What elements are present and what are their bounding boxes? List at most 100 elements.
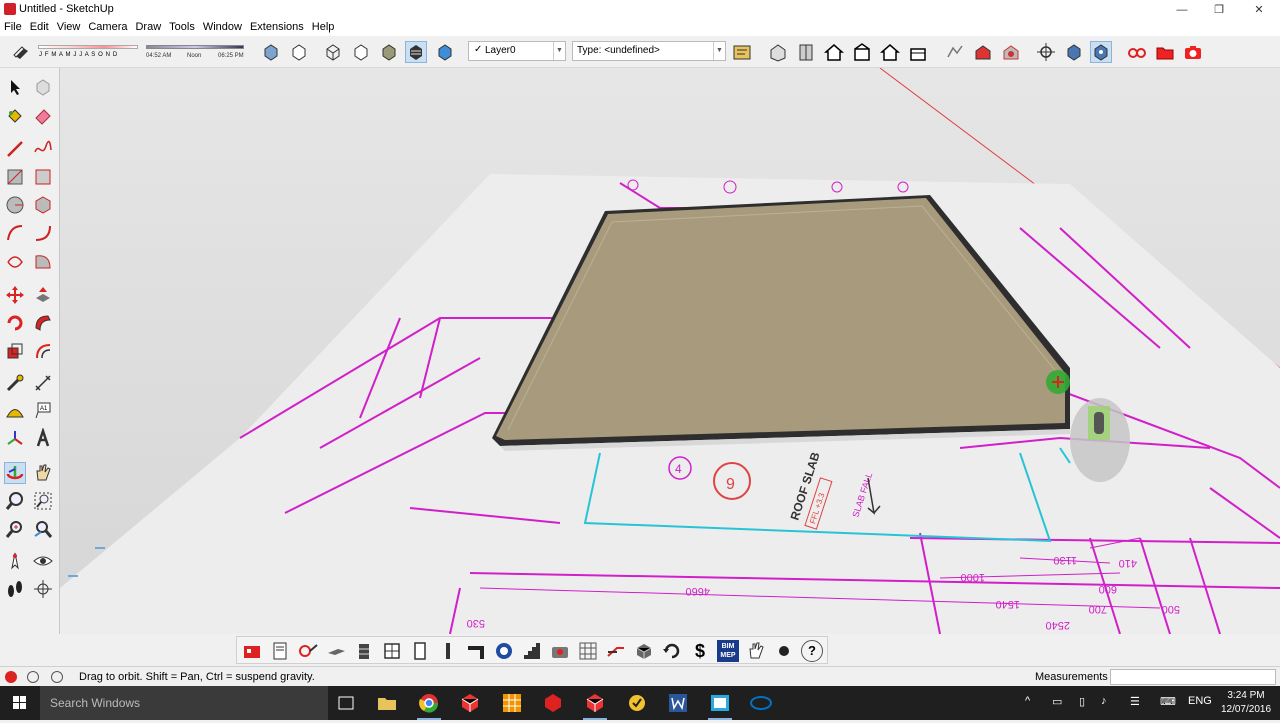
look-around-tool-icon[interactable] bbox=[32, 550, 54, 572]
zoom-tool-icon[interactable] bbox=[4, 490, 26, 512]
sphere-icon[interactable] bbox=[773, 640, 795, 662]
type-select[interactable]: Type: <undefined> ▼ bbox=[572, 41, 726, 61]
stair-tool-icon[interactable] bbox=[521, 640, 543, 662]
scene-canvas[interactable]: 9 4 ROOF SLAB FFL +3.3 SLAB FALL 4660 10… bbox=[60, 68, 1280, 634]
minimize-button[interactable]: — bbox=[1162, 0, 1202, 20]
dimension-tool-icon[interactable] bbox=[32, 372, 54, 394]
user-icon[interactable] bbox=[51, 671, 63, 683]
arc-tool-icon[interactable] bbox=[4, 222, 26, 244]
sync-icon[interactable] bbox=[661, 640, 683, 662]
tablet-icon[interactable]: ▭ bbox=[1052, 695, 1062, 708]
hand-tool-icon[interactable] bbox=[745, 640, 767, 662]
hidden-line-style-icon[interactable] bbox=[350, 41, 372, 63]
walk-icon[interactable] bbox=[1063, 41, 1085, 63]
warehouse-icon[interactable] bbox=[972, 41, 994, 63]
layout-app-icon[interactable] bbox=[541, 691, 565, 715]
column-tool-icon[interactable] bbox=[437, 640, 459, 662]
time-slider[interactable] bbox=[146, 45, 244, 49]
make-component-icon[interactable] bbox=[32, 76, 54, 98]
polygon-tool-icon[interactable] bbox=[32, 194, 54, 216]
extension-warehouse-icon[interactable] bbox=[1000, 41, 1022, 63]
previous-view-icon[interactable] bbox=[32, 518, 54, 540]
freehand-tool-icon[interactable] bbox=[32, 138, 54, 160]
chevron-down-icon[interactable]: ▼ bbox=[553, 42, 565, 60]
3d-text-icon[interactable] bbox=[32, 427, 54, 450]
pipe-tool-icon[interactable] bbox=[297, 640, 319, 662]
task-view-icon[interactable] bbox=[334, 691, 358, 715]
battery-icon[interactable]: ▯ bbox=[1079, 695, 1085, 708]
ifc-icon[interactable] bbox=[493, 640, 515, 662]
keyboard-icon[interactable]: ⌨ bbox=[1160, 695, 1176, 708]
action-center-icon[interactable]: ☰ bbox=[1130, 695, 1140, 708]
chevron-down-icon[interactable]: ▼ bbox=[713, 42, 725, 60]
door-tool-icon[interactable] bbox=[409, 640, 431, 662]
tape-measure-icon[interactable] bbox=[4, 372, 26, 394]
pan-tool-icon[interactable] bbox=[32, 462, 54, 484]
menu-draw[interactable]: Draw bbox=[131, 20, 165, 33]
slab-tool-icon[interactable] bbox=[325, 640, 347, 662]
menu-file[interactable]: File bbox=[0, 20, 26, 33]
zoom-extents-icon[interactable] bbox=[4, 518, 26, 540]
geo-location-icon[interactable] bbox=[5, 671, 17, 683]
menu-tools[interactable]: Tools bbox=[165, 20, 199, 33]
front-view-icon[interactable] bbox=[823, 41, 845, 63]
norton-icon[interactable] bbox=[625, 691, 649, 715]
close-button[interactable]: ✕ bbox=[1239, 0, 1279, 20]
back-view-icon[interactable] bbox=[879, 41, 901, 63]
measurements-input[interactable] bbox=[1110, 669, 1276, 685]
credits-icon[interactable] bbox=[27, 671, 39, 683]
windows-start-button[interactable] bbox=[0, 686, 40, 720]
offset-tool-icon[interactable] bbox=[32, 340, 54, 362]
monochrome-style-icon[interactable] bbox=[434, 41, 456, 63]
look-around-icon[interactable] bbox=[1090, 41, 1112, 63]
three-point-arc-icon[interactable] bbox=[4, 250, 26, 272]
month-slider[interactable] bbox=[38, 45, 138, 49]
menu-camera[interactable]: Camera bbox=[84, 20, 131, 33]
menu-help[interactable]: Help bbox=[308, 20, 339, 33]
orbit-tool-icon[interactable] bbox=[4, 462, 26, 484]
shaded-style-icon[interactable] bbox=[378, 41, 400, 63]
word-icon[interactable] bbox=[666, 691, 690, 715]
sandbox-smoove-icon[interactable] bbox=[944, 41, 966, 63]
position-camera-tool-icon[interactable] bbox=[4, 550, 26, 572]
building-icon[interactable] bbox=[241, 640, 263, 662]
two-point-arc-icon[interactable] bbox=[32, 222, 54, 244]
text-tool-icon[interactable]: A1 bbox=[32, 400, 54, 422]
follow-me-tool-icon[interactable] bbox=[32, 312, 54, 334]
render-camera-icon[interactable] bbox=[549, 640, 571, 662]
circle-tool-icon[interactable] bbox=[4, 194, 26, 216]
taskbar-search[interactable]: Search Windows bbox=[40, 686, 328, 720]
input-language[interactable]: ENG bbox=[1188, 695, 1212, 707]
shadow-settings-widget[interactable]: J F M A M J J A S O N D 04:52 AM Noon 06… bbox=[38, 42, 246, 64]
window-tool-icon[interactable] bbox=[381, 640, 403, 662]
mep-tool-icon[interactable] bbox=[605, 640, 627, 662]
document-icon[interactable] bbox=[269, 640, 291, 662]
drawing-viewport[interactable]: 9 4 ROOF SLAB FFL +3.3 SLAB FALL 4660 10… bbox=[60, 68, 1280, 634]
menu-edit[interactable]: Edit bbox=[26, 20, 53, 33]
section-plane-icon[interactable] bbox=[32, 578, 54, 600]
rotate-tool-icon[interactable] bbox=[4, 312, 26, 334]
restore-button[interactable]: ❐ bbox=[1199, 0, 1239, 20]
rectangle-tool-icon[interactable] bbox=[4, 166, 26, 188]
open-folder-icon[interactable] bbox=[1154, 41, 1176, 63]
camera-icon[interactable] bbox=[1182, 41, 1204, 63]
wireframe-style-icon[interactable] bbox=[322, 41, 344, 63]
move-tool-icon[interactable] bbox=[4, 284, 26, 306]
apps-grid-icon[interactable] bbox=[500, 691, 524, 715]
layers-manager-icon[interactable] bbox=[731, 41, 753, 63]
top-view-icon[interactable] bbox=[795, 41, 817, 63]
cost-estimate-button[interactable]: $ bbox=[689, 640, 711, 662]
scale-tool-icon[interactable] bbox=[4, 340, 26, 362]
beam-tool-icon[interactable] bbox=[465, 640, 487, 662]
eraser-icon[interactable] bbox=[32, 104, 54, 126]
snipping-tool-icon[interactable] bbox=[708, 691, 732, 720]
shadows-toggle-icon[interactable] bbox=[10, 41, 32, 63]
push-pull-tool-icon[interactable] bbox=[32, 284, 54, 306]
zoom-window-icon[interactable] bbox=[32, 490, 54, 512]
rotated-rectangle-icon[interactable] bbox=[32, 166, 54, 188]
back-edges-style-icon[interactable] bbox=[288, 41, 310, 63]
axes-tool-icon[interactable] bbox=[4, 428, 26, 450]
wall-tool-icon[interactable] bbox=[353, 640, 375, 662]
sketchup-make-icon[interactable] bbox=[458, 691, 482, 715]
pie-tool-icon[interactable] bbox=[32, 250, 54, 272]
